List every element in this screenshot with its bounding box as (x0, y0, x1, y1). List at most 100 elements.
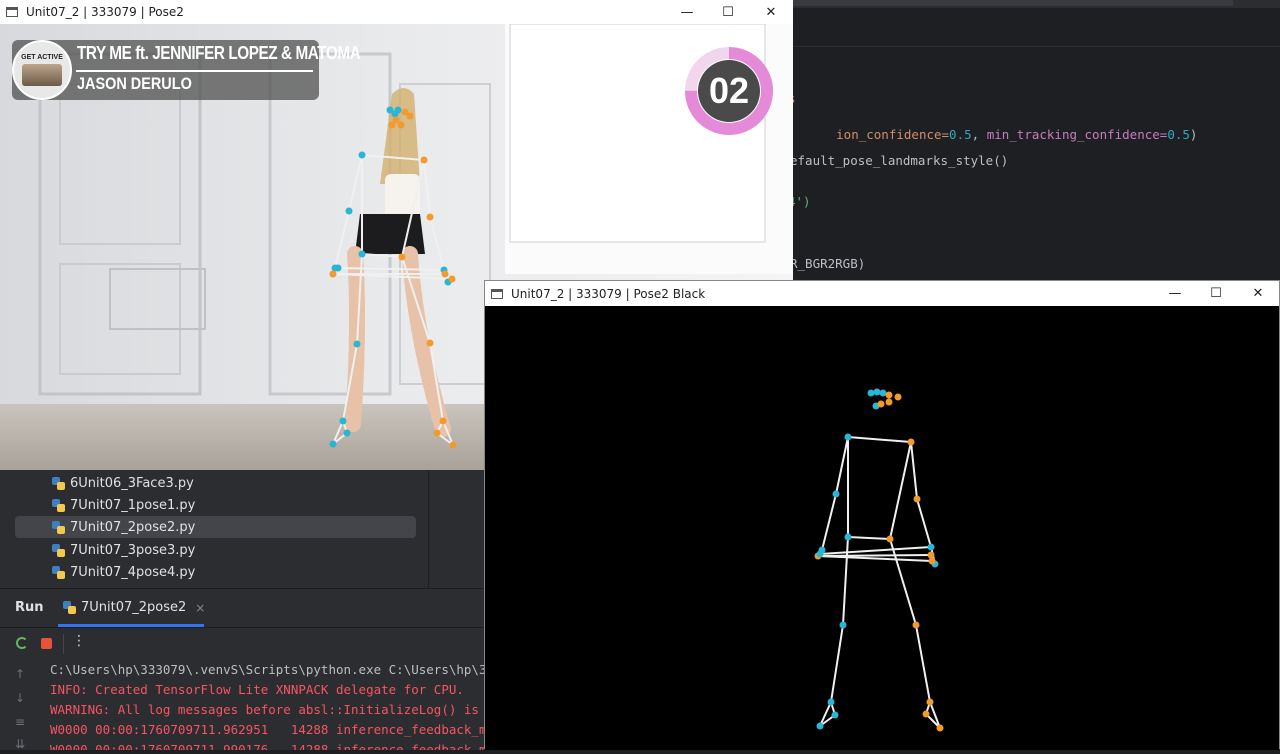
pose-skeleton-black (814, 388, 944, 732)
file-name: 7Unit07_4pose4.py (70, 564, 196, 580)
pose-connection (847, 436, 912, 443)
face-landmark (867, 389, 875, 397)
face-landmark (873, 388, 881, 396)
pose-connection (915, 624, 931, 703)
pose-landmark (907, 438, 915, 446)
stop-icon[interactable] (41, 638, 52, 649)
pose-connection (429, 342, 444, 422)
pose2-titlebar[interactable]: Unit07_2 | 333079 | Pose2 — ☐ ✕ (0, 0, 793, 24)
pose-connection (819, 546, 932, 555)
window-title: Unit07_2 | 333079 | Pose2 (26, 5, 184, 19)
pose-connection (847, 536, 891, 540)
python-file-icon (52, 520, 65, 534)
window-icon (6, 7, 18, 17)
console-line: W0000 00:00:1760709711.962951 14288 infe… (50, 722, 484, 737)
countdown-number: 02 (708, 70, 750, 111)
pose-landmark (420, 156, 428, 164)
code-line-3: efault_pose_landmarks_style() (790, 153, 1008, 168)
file-item[interactable]: 7Unit07_4pose4.py (52, 561, 195, 583)
pose-landmark (926, 698, 934, 706)
code-fragment: 0.5 (949, 127, 972, 142)
file-name: 7Unit07_3pose3.py (70, 542, 196, 558)
pose-connection (889, 538, 917, 626)
song-title: TRY ME ft. JENNIFER LOPEZ & MATOMA (77, 43, 361, 63)
python-file-icon (52, 565, 65, 579)
window-icon (491, 288, 503, 299)
pose-connection (429, 216, 445, 271)
run-tab[interactable]: 7Unit07_2pose2 × (63, 600, 205, 615)
pose-connection (361, 253, 403, 258)
pose-connection (817, 554, 932, 557)
run-toolbar: ⋮ (0, 627, 484, 660)
face-landmark (885, 391, 893, 399)
pose-connection (830, 624, 844, 703)
console-line: INFO: Created TensorFlow Lite XNNPACK de… (50, 682, 464, 697)
pose-connection (916, 498, 932, 548)
pose-connection (334, 210, 350, 269)
song-artist: JASON DERULO (77, 74, 192, 93)
rerun-icon[interactable] (16, 637, 28, 649)
pose-connection (910, 441, 918, 500)
pose-landmark (345, 207, 353, 215)
arrow-up-icon[interactable]: ↑ (15, 667, 25, 681)
face-landmark (885, 398, 893, 406)
file-item[interactable]: 7Unit07_1pose1.py (52, 494, 195, 516)
pose-connection (423, 159, 431, 218)
pose-landmark (831, 711, 839, 719)
pose-landmark (844, 433, 852, 441)
maximize-button[interactable]: ☐ (707, 0, 749, 24)
pose2-black-titlebar[interactable]: Unit07_2 | 333079 | Pose2 Black — ☐ ✕ (485, 281, 1279, 306)
face-landmark (894, 393, 902, 401)
file-item-selected[interactable]: 7Unit07_2pose2.py (15, 516, 416, 538)
pose-landmark (343, 429, 351, 437)
file-item[interactable]: 6Unit06_3Face3.py (52, 472, 194, 494)
code-fragment: efault_pose_landmarks_style() (790, 153, 1009, 168)
pose-landmark (339, 417, 347, 425)
pose-landmark (827, 698, 835, 706)
code-editor[interactable]: s ion_confidence=0.5, min_tracking_confi… (788, 46, 1280, 279)
pose-landmark (912, 621, 920, 629)
python-file-icon (52, 498, 65, 512)
pose-connection (889, 441, 912, 540)
face-landmark (877, 400, 885, 408)
face-landmark (406, 112, 414, 120)
python-run-icon (63, 601, 76, 614)
pose-connection (342, 343, 358, 422)
minimize-button[interactable]: — (1154, 281, 1196, 305)
code-fragment: , (971, 127, 987, 142)
pose-landmark (936, 724, 944, 732)
console-line: WARNING: All log messages before absl::I… (50, 702, 479, 717)
pose-connection (835, 436, 849, 495)
face-landmark (879, 389, 887, 397)
pose-landmark (334, 264, 342, 272)
pose-landmark (832, 490, 840, 498)
arrow-down-icon[interactable]: ↓ (15, 691, 25, 705)
pose-landmark (928, 557, 936, 565)
pose-connection (337, 267, 445, 271)
console-output[interactable]: C:\Users\hp\333079\.venvS\Scripts\python… (50, 659, 484, 750)
file-item[interactable]: 7Unit07_3pose3.py (52, 539, 195, 561)
window-title: Unit07_2 | 333079 | Pose2 Black (511, 286, 706, 301)
console-line: C:\Users\hp\333079\.venvS\Scripts\python… (50, 662, 484, 677)
minimize-button[interactable]: — (666, 0, 708, 24)
pose-landmark (358, 250, 366, 258)
pose-connection (401, 159, 425, 258)
face-landmark (397, 121, 405, 129)
python-file-icon (52, 476, 65, 490)
close-button[interactable]: ✕ (1237, 281, 1279, 305)
pose-landmark (398, 253, 406, 261)
more-options-icon[interactable]: ⋮ (72, 633, 86, 649)
soft-wrap-icon[interactable]: ≡ (15, 715, 25, 729)
pose-connection (842, 536, 849, 626)
run-header: Run 7Unit07_2pose2 × (0, 589, 484, 627)
pose-landmark (844, 533, 852, 541)
maximize-button[interactable]: ☐ (1195, 281, 1237, 305)
logo-text: GET ACTIVE (21, 54, 63, 61)
close-icon[interactable]: × (195, 601, 205, 615)
close-button[interactable]: ✕ (750, 0, 792, 24)
pose-landmark (441, 270, 449, 278)
console-gutter: ↑ ↓ ≡ ⇊ (0, 659, 40, 751)
toolbar-divider (63, 634, 64, 654)
pose-landmark (927, 543, 935, 551)
song-badge: GET ACTIVE TRY ME ft. JENNIFER LOPEZ & M… (12, 40, 361, 100)
